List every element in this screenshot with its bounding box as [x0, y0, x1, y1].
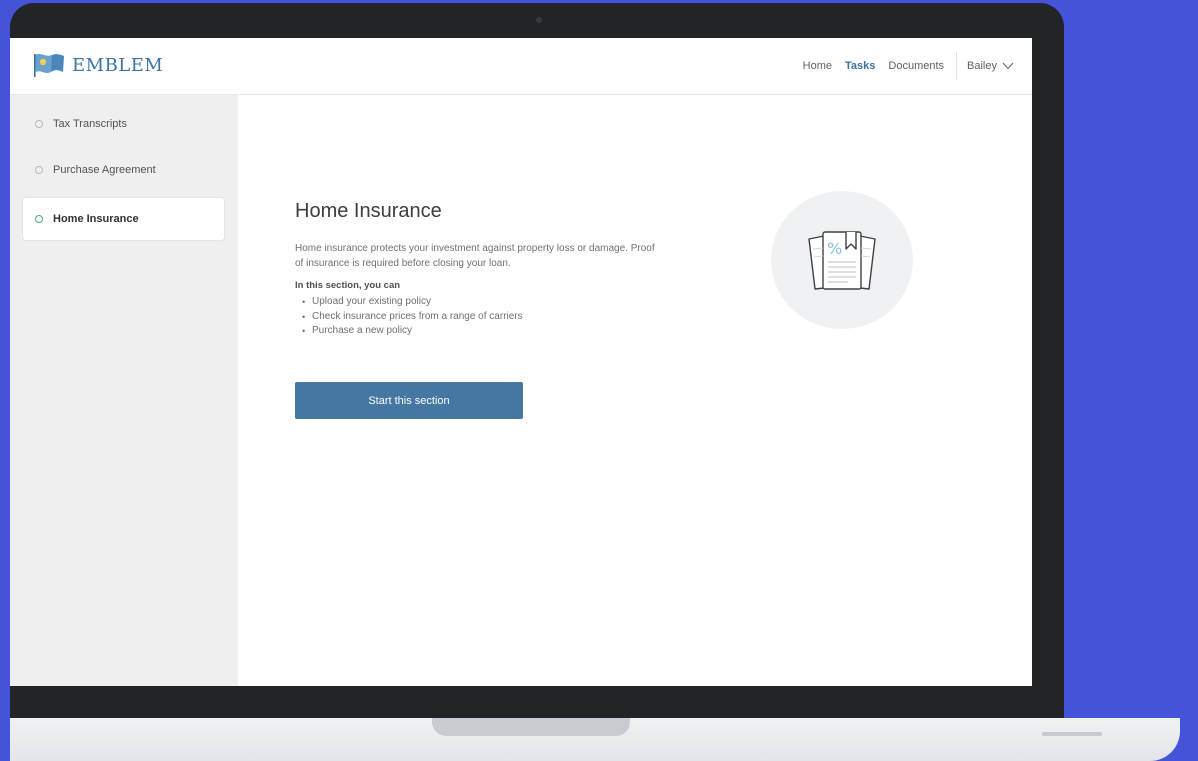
insurance-illustration: % [771, 191, 913, 329]
sidebar-item-tax-transcripts[interactable]: Tax Transcripts [23, 103, 224, 145]
svg-text:%: % [827, 239, 842, 258]
status-dot-icon [35, 166, 43, 174]
sidebar-item-home-insurance[interactable]: Home Insurance [23, 198, 224, 240]
user-name: Bailey [967, 60, 997, 72]
app-screen: EMBLEM Home Tasks Documents Bailey Tax T… [10, 38, 1032, 686]
list-item: Upload your existing policy [295, 295, 523, 310]
section-description: Home insurance protects your investment … [295, 243, 655, 269]
sidebar: Tax Transcripts Purchase Agreement Home … [10, 95, 238, 686]
nav-home[interactable]: Home [803, 60, 832, 72]
camera-icon [536, 17, 542, 23]
start-section-button[interactable]: Start this section [295, 382, 523, 419]
section-subheading: In this section, you can [295, 280, 401, 291]
nav-documents[interactable]: Documents [888, 60, 944, 72]
main-nav: Home Tasks Documents Bailey [790, 38, 1014, 94]
list-item: Purchase a new policy [295, 324, 523, 339]
flag-logo-icon [34, 54, 64, 77]
nav-divider [956, 52, 958, 80]
user-menu[interactable]: Bailey [967, 60, 1014, 72]
top-navigation-bar: EMBLEM Home Tasks Documents Bailey [10, 38, 1032, 95]
status-dot-icon [35, 215, 43, 223]
laptop-notch [432, 718, 630, 736]
feature-list: Upload your existing policy Check insura… [295, 295, 523, 339]
main-content: Home Insurance Home insurance protects y… [238, 95, 1032, 686]
laptop-base [10, 718, 1180, 761]
brand-name: EMBLEM [72, 54, 164, 76]
chevron-down-icon [1002, 62, 1014, 70]
brand-logo[interactable]: EMBLEM [32, 52, 163, 78]
sidebar-item-label: Tax Transcripts [53, 118, 127, 130]
page-title: Home Insurance [295, 200, 442, 222]
insurance-document-icon: % [808, 231, 876, 290]
status-dot-icon [35, 120, 43, 128]
laptop-slot [1042, 732, 1102, 736]
nav-tasks[interactable]: Tasks [845, 60, 875, 72]
list-item: Check insurance prices from a range of c… [295, 310, 523, 325]
sidebar-item-label: Home Insurance [53, 213, 139, 225]
sidebar-item-purchase-agreement[interactable]: Purchase Agreement [23, 149, 224, 191]
sidebar-item-label: Purchase Agreement [53, 164, 156, 176]
